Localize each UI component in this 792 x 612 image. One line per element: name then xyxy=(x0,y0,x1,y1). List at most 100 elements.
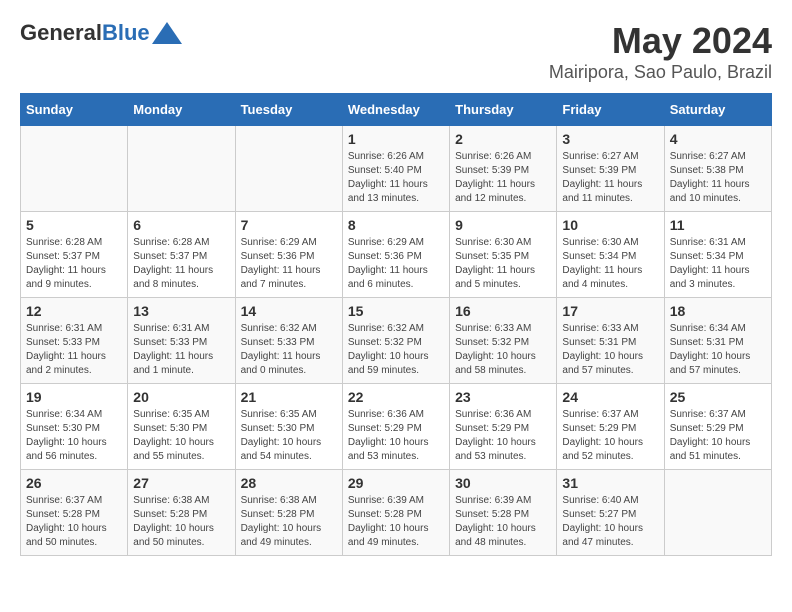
month-title: May 2024 xyxy=(549,20,772,62)
day-info: Sunrise: 6:37 AM Sunset: 5:29 PM Dayligh… xyxy=(562,408,658,464)
day-number: 10 xyxy=(562,217,658,233)
day-info: Sunrise: 6:34 AM Sunset: 5:31 PM Dayligh… xyxy=(670,322,766,378)
calendar-cell: 1 Sunrise: 6:26 AM Sunset: 5:40 PM Daylig… xyxy=(342,126,449,212)
day-info: Sunrise: 6:34 AM Sunset: 5:30 PM Dayligh… xyxy=(26,408,122,464)
location: Mairipora, Sao Paulo, Brazil xyxy=(549,62,772,83)
day-number: 20 xyxy=(133,389,229,405)
day-number: 12 xyxy=(26,303,122,319)
day-info: Sunrise: 6:39 AM Sunset: 5:28 PM Dayligh… xyxy=(348,494,444,550)
calendar-week-row: 19 Sunrise: 6:34 AM Sunset: 5:30 PM Dayli… xyxy=(21,384,772,470)
day-number: 29 xyxy=(348,475,444,491)
header-monday: Monday xyxy=(128,94,235,126)
day-info: Sunrise: 6:26 AM Sunset: 5:40 PM Dayligh… xyxy=(348,150,444,206)
day-info: Sunrise: 6:31 AM Sunset: 5:34 PM Dayligh… xyxy=(670,236,766,292)
calendar-week-row: 5 Sunrise: 6:28 AM Sunset: 5:37 PM Daylig… xyxy=(21,212,772,298)
day-number: 14 xyxy=(241,303,337,319)
day-number: 3 xyxy=(562,131,658,147)
calendar-cell: 18 Sunrise: 6:34 AM Sunset: 5:31 PM Dayli… xyxy=(664,298,771,384)
logo: General Blue xyxy=(20,20,182,46)
day-info: Sunrise: 6:35 AM Sunset: 5:30 PM Dayligh… xyxy=(241,408,337,464)
calendar-cell: 21 Sunrise: 6:35 AM Sunset: 5:30 PM Dayli… xyxy=(235,384,342,470)
calendar-cell: 26 Sunrise: 6:37 AM Sunset: 5:28 PM Dayli… xyxy=(21,470,128,556)
calendar-cell: 17Sunrise: 6:33 AM Sunset: 5:31 PM Dayli… xyxy=(557,298,664,384)
day-number: 19 xyxy=(26,389,122,405)
day-number: 11 xyxy=(670,217,766,233)
calendar-cell: 10 Sunrise: 6:30 AM Sunset: 5:34 PM Dayli… xyxy=(557,212,664,298)
day-number: 31 xyxy=(562,475,658,491)
calendar-cell: 15 Sunrise: 6:32 AM Sunset: 5:32 PM Dayli… xyxy=(342,298,449,384)
day-number: 30 xyxy=(455,475,551,491)
header-wednesday: Wednesday xyxy=(342,94,449,126)
calendar-cell: 11 Sunrise: 6:31 AM Sunset: 5:34 PM Dayli… xyxy=(664,212,771,298)
day-number: 18 xyxy=(670,303,766,319)
logo-blue: Blue xyxy=(102,20,150,46)
day-info: Sunrise: 6:32 AM Sunset: 5:32 PM Dayligh… xyxy=(348,322,444,378)
calendar-week-row: 12 Sunrise: 6:31 AM Sunset: 5:33 PM Dayli… xyxy=(21,298,772,384)
day-number: 5 xyxy=(26,217,122,233)
day-info: Sunrise: 6:36 AM Sunset: 5:29 PM Dayligh… xyxy=(348,408,444,464)
day-number: 25 xyxy=(670,389,766,405)
calendar-week-row: 1 Sunrise: 6:26 AM Sunset: 5:40 PM Daylig… xyxy=(21,126,772,212)
day-number: 28 xyxy=(241,475,337,491)
calendar-cell: 20 Sunrise: 6:35 AM Sunset: 5:30 PM Dayli… xyxy=(128,384,235,470)
calendar-cell: 12 Sunrise: 6:31 AM Sunset: 5:33 PM Dayli… xyxy=(21,298,128,384)
calendar-cell: 25 Sunrise: 6:37 AM Sunset: 5:29 PM Dayli… xyxy=(664,384,771,470)
day-number: 7 xyxy=(241,217,337,233)
day-number: 1 xyxy=(348,131,444,147)
calendar-cell: 29 Sunrise: 6:39 AM Sunset: 5:28 PM Dayli… xyxy=(342,470,449,556)
day-info: Sunrise: 6:37 AM Sunset: 5:29 PM Dayligh… xyxy=(670,408,766,464)
day-info: Sunrise: 6:30 AM Sunset: 5:35 PM Dayligh… xyxy=(455,236,551,292)
calendar-cell: 16Sunrise: 6:33 AM Sunset: 5:32 PM Dayli… xyxy=(450,298,557,384)
day-number: 16 xyxy=(455,303,551,319)
calendar-cell: 28 Sunrise: 6:38 AM Sunset: 5:28 PM Dayli… xyxy=(235,470,342,556)
logo-general: General xyxy=(20,20,102,46)
calendar-cell: 5Sunrise: 6:28 AM Sunset: 5:37 PM Daylig… xyxy=(21,212,128,298)
calendar-cell: 22 Sunrise: 6:36 AM Sunset: 5:29 PM Dayli… xyxy=(342,384,449,470)
header-thursday: Thursday xyxy=(450,94,557,126)
day-info: Sunrise: 6:37 AM Sunset: 5:28 PM Dayligh… xyxy=(26,494,122,550)
day-info: Sunrise: 6:39 AM Sunset: 5:28 PM Dayligh… xyxy=(455,494,551,550)
calendar-cell: 31Sunrise: 6:40 AM Sunset: 5:27 PM Dayli… xyxy=(557,470,664,556)
header-saturday: Saturday xyxy=(664,94,771,126)
calendar-cell: 6Sunrise: 6:28 AM Sunset: 5:37 PM Daylig… xyxy=(128,212,235,298)
calendar-header-row: SundayMondayTuesdayWednesdayThursdayFrid… xyxy=(21,94,772,126)
day-number: 27 xyxy=(133,475,229,491)
day-info: Sunrise: 6:32 AM Sunset: 5:33 PM Dayligh… xyxy=(241,322,337,378)
day-info: Sunrise: 6:27 AM Sunset: 5:39 PM Dayligh… xyxy=(562,150,658,206)
calendar-cell xyxy=(664,470,771,556)
calendar-cell xyxy=(128,126,235,212)
calendar-week-row: 26 Sunrise: 6:37 AM Sunset: 5:28 PM Dayli… xyxy=(21,470,772,556)
day-info: Sunrise: 6:27 AM Sunset: 5:38 PM Dayligh… xyxy=(670,150,766,206)
day-number: 15 xyxy=(348,303,444,319)
calendar-cell xyxy=(235,126,342,212)
day-number: 8 xyxy=(348,217,444,233)
day-number: 24 xyxy=(562,389,658,405)
day-number: 13 xyxy=(133,303,229,319)
header-friday: Friday xyxy=(557,94,664,126)
day-info: Sunrise: 6:35 AM Sunset: 5:30 PM Dayligh… xyxy=(133,408,229,464)
day-info: Sunrise: 6:28 AM Sunset: 5:37 PM Dayligh… xyxy=(133,236,229,292)
calendar-cell: 7Sunrise: 6:29 AM Sunset: 5:36 PM Daylig… xyxy=(235,212,342,298)
day-info: Sunrise: 6:30 AM Sunset: 5:34 PM Dayligh… xyxy=(562,236,658,292)
day-number: 26 xyxy=(26,475,122,491)
calendar-cell: 4 Sunrise: 6:27 AM Sunset: 5:38 PM Daylig… xyxy=(664,126,771,212)
calendar-cell xyxy=(21,126,128,212)
day-number: 4 xyxy=(670,131,766,147)
day-number: 23 xyxy=(455,389,551,405)
logo-icon xyxy=(152,22,182,44)
day-number: 17 xyxy=(562,303,658,319)
day-number: 2 xyxy=(455,131,551,147)
day-number: 9 xyxy=(455,217,551,233)
day-info: Sunrise: 6:29 AM Sunset: 5:36 PM Dayligh… xyxy=(348,236,444,292)
day-info: Sunrise: 6:31 AM Sunset: 5:33 PM Dayligh… xyxy=(26,322,122,378)
calendar-cell: 14 Sunrise: 6:32 AM Sunset: 5:33 PM Dayli… xyxy=(235,298,342,384)
day-number: 22 xyxy=(348,389,444,405)
day-info: Sunrise: 6:38 AM Sunset: 5:28 PM Dayligh… xyxy=(241,494,337,550)
title-section: May 2024 Mairipora, Sao Paulo, Brazil xyxy=(549,20,772,83)
calendar-cell: 8 Sunrise: 6:29 AM Sunset: 5:36 PM Daylig… xyxy=(342,212,449,298)
calendar-cell: 9 Sunrise: 6:30 AM Sunset: 5:35 PM Daylig… xyxy=(450,212,557,298)
calendar-table: SundayMondayTuesdayWednesdayThursdayFrid… xyxy=(20,93,772,556)
header: General Blue May 2024 Mairipora, Sao Pau… xyxy=(20,20,772,83)
calendar-cell: 2Sunrise: 6:26 AM Sunset: 5:39 PM Daylig… xyxy=(450,126,557,212)
day-number: 21 xyxy=(241,389,337,405)
